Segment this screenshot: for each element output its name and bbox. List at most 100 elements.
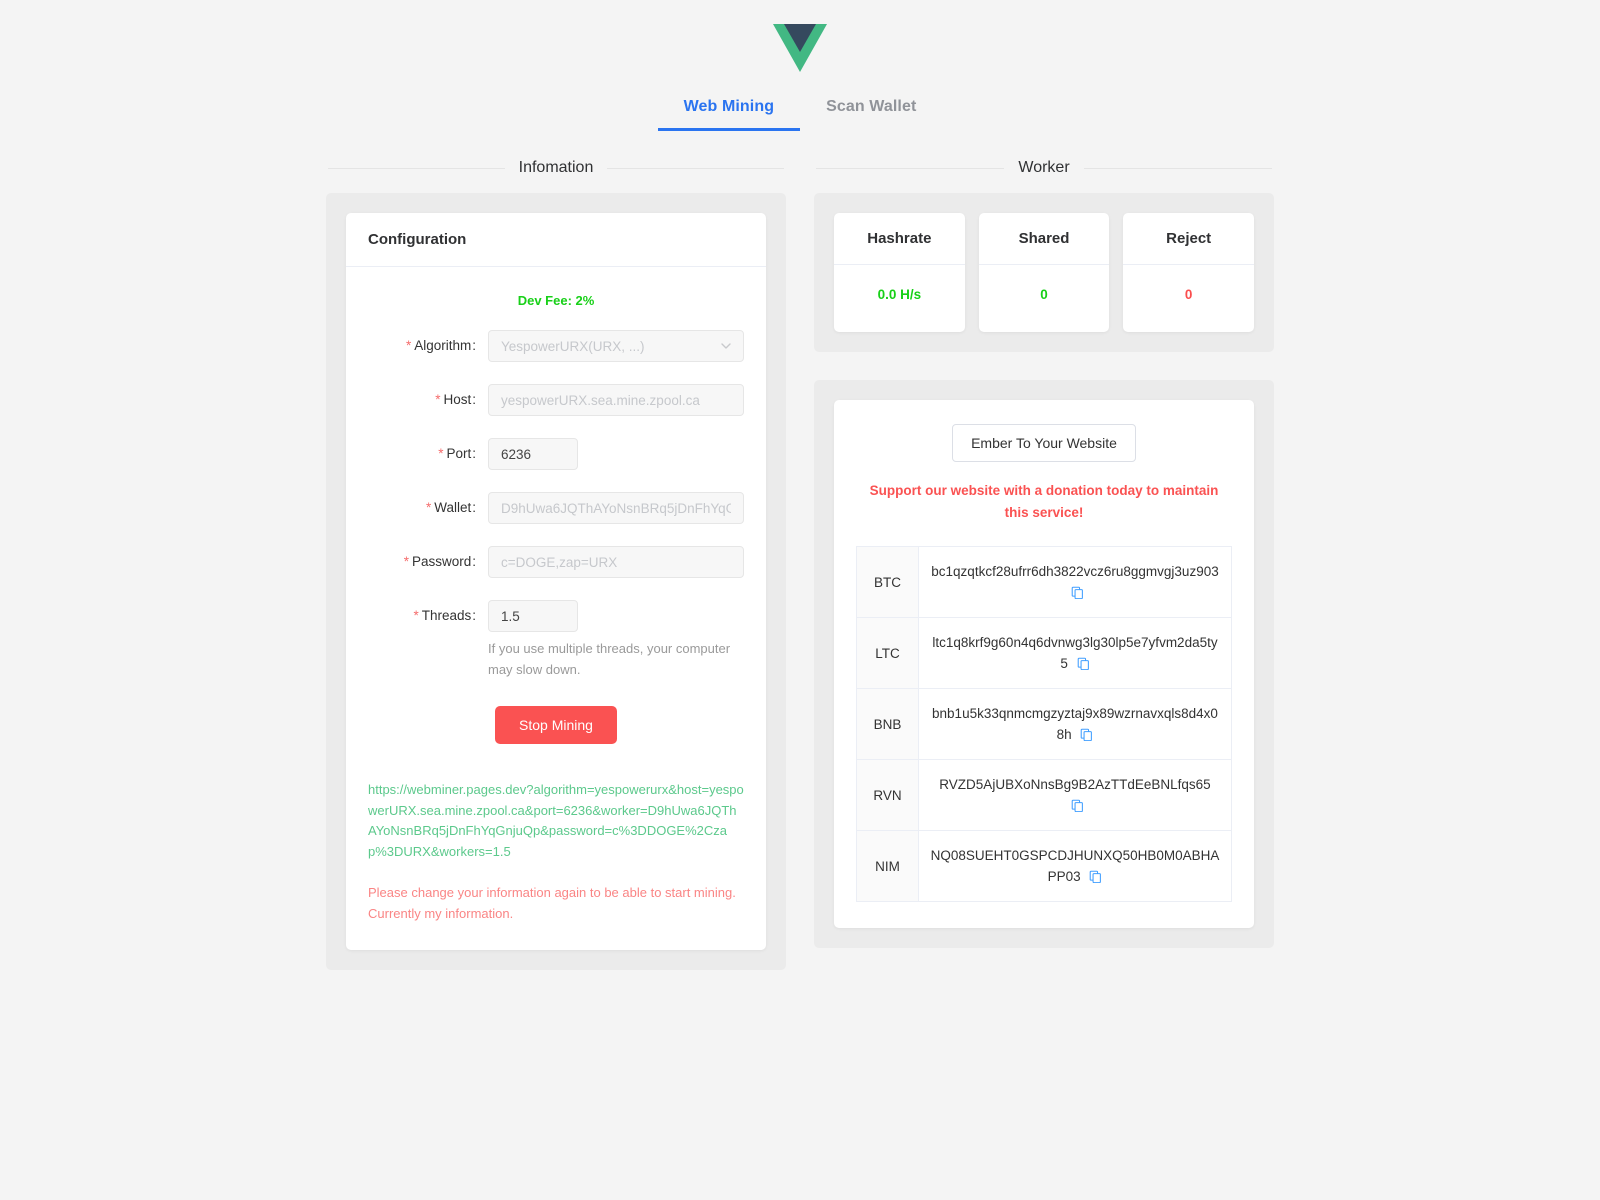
port-label: * Port: [368,438,488,470]
information-title: Infomation [518,159,594,176]
wallet-label-text: Wallet [434,500,472,515]
copy-icon[interactable] [1077,657,1090,671]
coin-address-cell: ltc1q8krf9g60n4q6dvnwg3lg30lp5e7yfvm2da5… [918,617,1232,689]
required-asterisk: * [435,392,441,407]
wallet-input[interactable] [488,492,744,524]
host-label-text: Host [443,392,472,407]
coin-address-text: RVZD5AjUBXoNnsBg9B2AzTTdEeBNLfqs65 [939,777,1211,792]
divider-right [1083,167,1273,169]
table-row: RVN RVZD5AjUBXoNnsBg9B2AzTTdEeBNLfqs65 [856,759,1232,831]
label-colon: : [472,554,476,569]
algorithm-label: * Algorithm: [368,330,488,362]
configuration-card-body: Dev Fee: 2% * Algorithm: YespowerURX(URX… [346,267,766,950]
coin-symbol: BTC [856,546,919,618]
warning-message: Please change your information again to … [368,885,736,921]
form-row-port: * Port: [368,438,744,470]
port-control [488,438,744,470]
host-label: * Host: [368,384,488,416]
configuration-panel: Configuration Dev Fee: 2% * Algorithm: Y… [326,193,786,970]
configuration-card: Configuration Dev Fee: 2% * Algorithm: Y… [346,213,766,950]
coin-address-cell: bc1qzqtkcf28ufrr6dh3822vcz6ru8ggmvgj3uz9… [918,546,1232,618]
algorithm-control [488,330,744,362]
table-row: LTC ltc1q8krf9g60n4q6dvnwg3lg30lp5e7yfvm… [856,617,1232,689]
vue-logo-icon [773,24,827,72]
port-input[interactable] [488,438,578,470]
coin-symbol: RVN [856,759,919,831]
stat-reject-label: Reject [1123,213,1255,265]
coin-symbol: BNB [856,688,919,760]
donation-message: Support our website with a donation toda… [869,483,1219,520]
host-input[interactable] [488,384,744,416]
form-row-password: * Password: [368,546,744,578]
label-colon: : [472,608,476,623]
tab-scan-wallet[interactable]: Scan Wallet [800,98,942,131]
table-row: NIM NQ08SUEHT0GSPCDJHUNXQ50HB0M0ABHAPP03 [856,830,1232,902]
stop-mining-button[interactable]: Stop Mining [495,706,617,744]
donation-table-body: BTC bc1qzqtkcf28ufrr6dh3822vcz6ru8ggmvgj… [856,546,1232,902]
coin-symbol: LTC [856,617,919,689]
required-asterisk: * [413,608,419,623]
password-label: * Password: [368,546,488,578]
password-control [488,546,744,578]
stat-reject-value: 0 [1184,287,1193,302]
threads-control: If you use multiple threads, your comput… [488,600,744,680]
threads-input[interactable] [488,600,578,632]
coin-address-text: bnb1u5k33qnmcmgzyztaj9x89wzrnavxqls8d4x0… [932,706,1218,742]
donation-address-table: BTC bc1qzqtkcf28ufrr6dh3822vcz6ru8ggmvgj… [856,546,1232,902]
threads-label: * Threads: [368,600,488,632]
host-control [488,384,744,416]
copy-icon[interactable] [1071,586,1084,600]
port-label-text: Port [446,446,472,461]
content-columns: Infomation Configuration Dev Fee: 2% * Al… [0,159,1600,970]
algorithm-select-wrap[interactable] [488,330,744,362]
worker-stats: Hashrate 0.0 H/s Shared 0 Reject 0 [834,213,1255,332]
tab-web-mining[interactable]: Web Mining [657,98,801,131]
table-row: BTC bc1qzqtkcf28ufrr6dh3822vcz6ru8ggmvgj… [856,546,1232,618]
logo-container [0,0,1600,72]
required-asterisk: * [425,500,432,515]
configuration-card-title: Configuration [346,213,766,267]
form-row-wallet: * Wallet: [368,492,744,524]
worker-stats-panel: Hashrate 0.0 H/s Shared 0 Reject 0 [814,193,1274,352]
information-column: Infomation Configuration Dev Fee: 2% * Al… [326,159,786,970]
form-row-threads: *Threads: If you use multiple threads, y… [368,600,744,680]
copy-icon[interactable] [1071,799,1084,813]
required-asterisk: * [438,446,444,461]
coin-address-text: bc1qzqtkcf28ufrr6dh3822vcz6ru8ggmvgj3uz9… [931,564,1219,579]
divider-left [328,167,505,169]
stat-reject: Reject 0 [1123,213,1255,332]
label-colon: : [472,338,476,353]
worker-column: Worker Hashrate 0.0 H/s Shared 0 Reject [814,159,1274,948]
required-asterisk: * [405,338,412,353]
donation-card: Ember To Your Website Support our websit… [834,400,1254,928]
stat-shared: Shared 0 [978,213,1110,332]
wallet-control [488,492,744,524]
table-row: BNB bnb1u5k33qnmcmgzyztaj9x89wzrnavxqls8… [856,688,1232,760]
wallet-label: * Wallet: [368,492,488,524]
ember-to-website-button[interactable]: Ember To Your Website [952,424,1136,462]
dev-fee-label: Dev Fee: 2% [517,293,595,308]
algorithm-select[interactable] [488,330,744,362]
label-colon: : [472,392,476,407]
divider-left [816,167,1005,169]
coin-symbol: NIM [856,830,919,902]
form-row-algorithm: * Algorithm: [368,330,744,362]
share-url-link[interactable]: https://webminer.pages.dev?algorithm=yes… [368,780,744,862]
password-input[interactable] [488,546,744,578]
ember-button-wrap: Ember To Your Website [856,424,1232,462]
stat-shared-label: Shared [978,213,1110,265]
information-section-heading: Infomation [326,159,786,177]
stat-hashrate: Hashrate 0.0 H/s [834,213,965,332]
stat-hashrate-value: 0.0 H/s [877,287,922,302]
threads-label-text: Threads [421,608,472,623]
label-colon: : [472,500,476,515]
worker-title: Worker [1018,159,1070,176]
main-tabs: Web Mining Scan Wallet [0,98,1600,131]
donation-panel: Ember To Your Website Support our websit… [814,380,1274,948]
copy-icon[interactable] [1089,870,1102,884]
coin-address-cell: NQ08SUEHT0GSPCDJHUNXQ50HB0M0ABHAPP03 [918,830,1232,902]
stop-mining-wrap: Stop Mining [368,706,744,744]
copy-icon[interactable] [1080,728,1093,742]
coin-address-cell: bnb1u5k33qnmcmgzyztaj9x89wzrnavxqls8d4x0… [918,688,1232,760]
app-root: Web Mining Scan Wallet Infomation Config… [0,0,1600,1200]
